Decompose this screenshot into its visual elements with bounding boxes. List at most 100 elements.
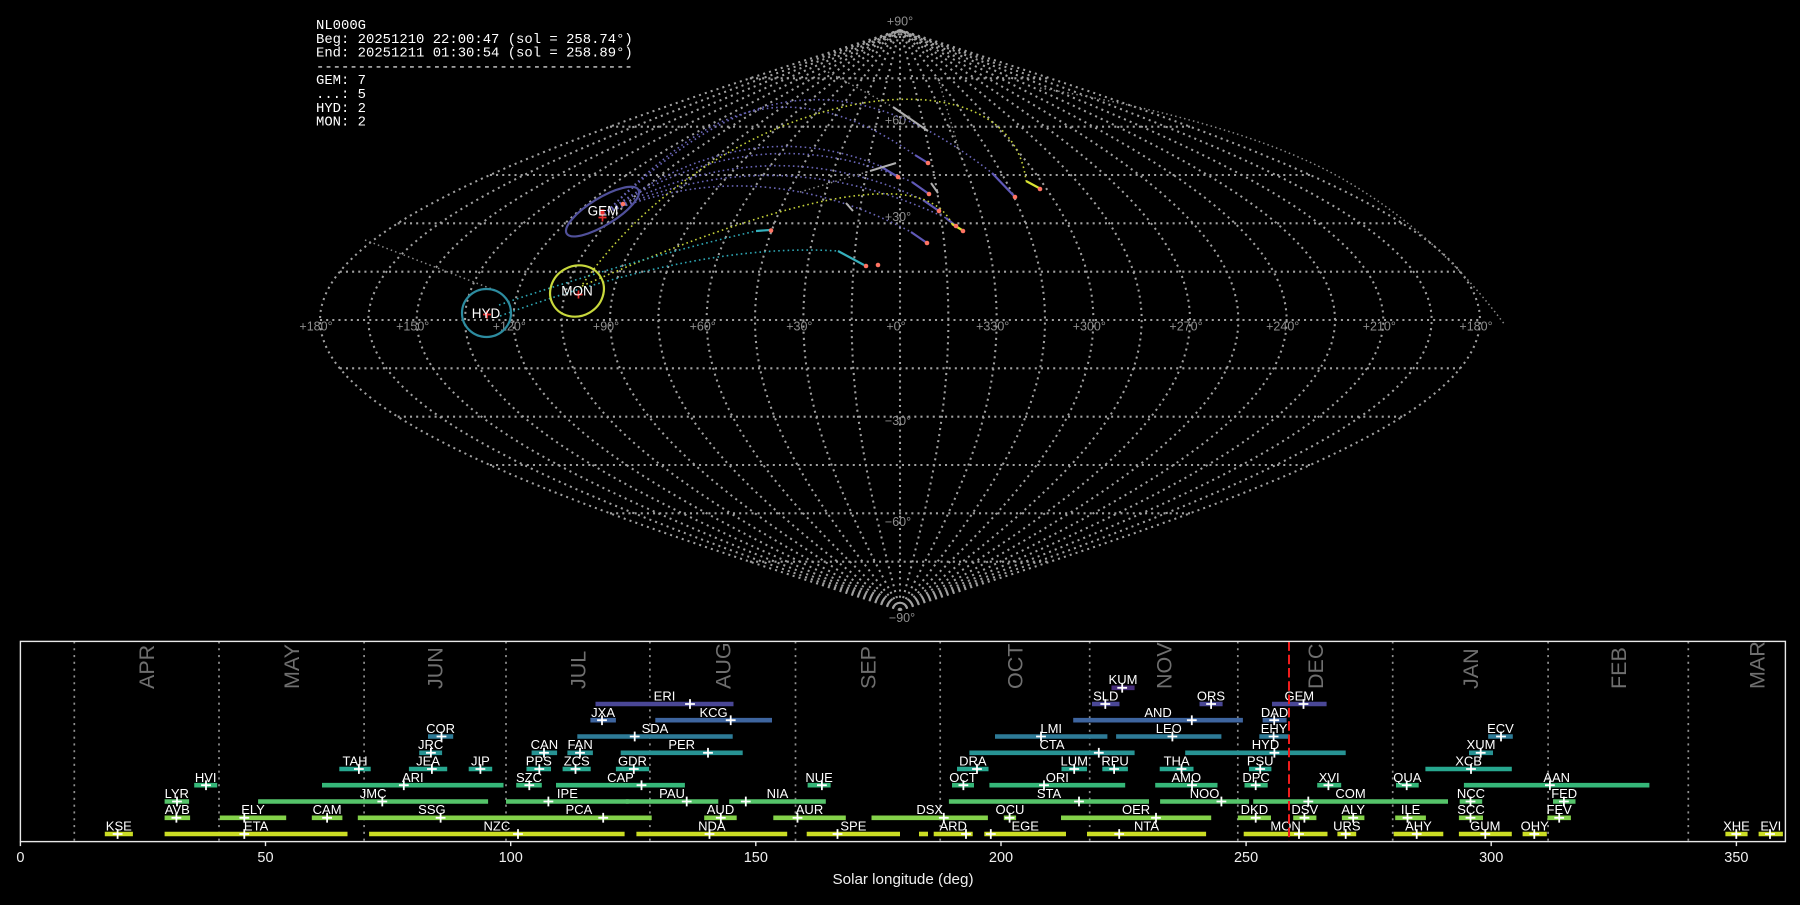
svg-text:DRA: DRA (959, 754, 987, 769)
svg-text:XVI: XVI (1319, 770, 1340, 785)
svg-text:AAN: AAN (1543, 770, 1570, 785)
svg-text:NCC: NCC (1457, 786, 1485, 801)
svg-text:ERI: ERI (654, 689, 676, 704)
svg-text:SEP: SEP (856, 646, 880, 689)
svg-text:JIP: JIP (471, 754, 490, 769)
svg-text:DEC: DEC (1304, 644, 1328, 689)
svg-text:AUD: AUD (707, 802, 734, 817)
svg-text:FAN: FAN (567, 737, 592, 752)
svg-text:−60°: −60° (885, 515, 911, 529)
svg-text:NUE: NUE (805, 770, 833, 785)
svg-text:STA: STA (1037, 786, 1062, 801)
svg-text:OCT: OCT (1004, 644, 1028, 689)
svg-text:XHE: XHE (1723, 819, 1750, 834)
svg-text:MON: 2: MON: 2 (316, 115, 366, 131)
svg-text:COR: COR (426, 721, 455, 736)
svg-text:GDR: GDR (618, 754, 647, 769)
svg-text:AUG: AUG (711, 642, 735, 689)
svg-text:+210°: +210° (1363, 320, 1396, 334)
svg-text:OCU: OCU (996, 802, 1025, 817)
svg-text:−90°: −90° (889, 611, 915, 625)
svg-text:LEO: LEO (1156, 721, 1182, 736)
svg-text:DSV: DSV (1291, 802, 1318, 817)
svg-text:JMC: JMC (360, 786, 387, 801)
svg-text:ORS: ORS (1197, 689, 1226, 704)
svg-text:KSE: KSE (106, 819, 132, 834)
svg-text:+90°: +90° (593, 320, 619, 334)
svg-text:+240°: +240° (1266, 320, 1299, 334)
svg-text:NTA: NTA (1134, 819, 1159, 834)
svg-text:CTA: CTA (1039, 737, 1064, 752)
svg-text:DPC: DPC (1242, 770, 1269, 785)
svg-text:300: 300 (1479, 850, 1503, 866)
svg-text:SPE: SPE (840, 819, 866, 834)
svg-text:+30°: +30° (885, 210, 911, 224)
svg-text:100: 100 (499, 850, 523, 866)
svg-text:FED: FED (1551, 786, 1577, 801)
svg-text:CAM: CAM (313, 802, 342, 817)
svg-text:SDA: SDA (642, 721, 669, 736)
svg-text:ETA: ETA (244, 819, 269, 834)
svg-text:+180°: +180° (1459, 320, 1492, 334)
svg-text:GUM: GUM (1470, 819, 1500, 834)
svg-text:+90°: +90° (887, 15, 913, 29)
svg-text:DAD: DAD (1261, 705, 1288, 720)
svg-text:EVI: EVI (1760, 819, 1781, 834)
svg-text:AND: AND (1144, 705, 1171, 720)
svg-text:EHY: EHY (1261, 721, 1288, 736)
svg-text:NDA: NDA (698, 819, 726, 834)
svg-text:JEA: JEA (416, 754, 440, 769)
svg-text:PCA: PCA (566, 802, 593, 817)
svg-text:LYR: LYR (165, 786, 189, 801)
svg-text:SSG: SSG (418, 802, 445, 817)
svg-text:50: 50 (257, 850, 273, 866)
svg-text:XUM: XUM (1467, 737, 1496, 752)
svg-text:ORI: ORI (1046, 770, 1069, 785)
svg-text:NZC: NZC (484, 819, 511, 834)
svg-text:HVI: HVI (195, 770, 217, 785)
svg-text:LUM: LUM (1060, 754, 1087, 769)
svg-text:350: 350 (1724, 850, 1748, 866)
svg-text:CAN: CAN (531, 737, 558, 752)
svg-text:250: 250 (1234, 850, 1258, 866)
svg-text:MON: MON (1270, 819, 1300, 834)
svg-text:FEV: FEV (1547, 802, 1573, 817)
svg-text:MON: MON (561, 284, 593, 299)
svg-text:MAR: MAR (1746, 641, 1770, 689)
svg-text:NOO: NOO (1190, 786, 1220, 801)
svg-text:KCG: KCG (700, 705, 728, 720)
svg-text:NOV: NOV (1152, 642, 1176, 689)
svg-text:+30°: +30° (786, 320, 812, 334)
svg-text:IPE: IPE (557, 786, 578, 801)
svg-text:PSU: PSU (1247, 754, 1274, 769)
svg-text:AMO: AMO (1171, 770, 1201, 785)
svg-text:MAY: MAY (280, 644, 304, 689)
svg-text:+300°: +300° (1073, 320, 1106, 334)
svg-text:200: 200 (989, 850, 1013, 866)
svg-text:DSX: DSX (916, 802, 943, 817)
svg-text:+0°: +0° (886, 320, 905, 334)
svg-text:OHY: OHY (1521, 819, 1550, 834)
svg-text:COM: COM (1335, 786, 1365, 801)
svg-text:ALY: ALY (1341, 802, 1365, 817)
svg-text:HYD: HYD (1252, 737, 1279, 752)
svg-text:PPS: PPS (526, 754, 552, 769)
svg-text:JUL: JUL (567, 651, 591, 689)
svg-text:LMI: LMI (1040, 721, 1062, 736)
svg-text:TAH: TAH (342, 754, 367, 769)
svg-text:ECV: ECV (1487, 721, 1514, 736)
svg-text:0: 0 (16, 850, 24, 866)
svg-text:SCC: SCC (1457, 802, 1484, 817)
svg-text:RPU: RPU (1101, 754, 1128, 769)
svg-text:AUR: AUR (796, 802, 823, 817)
svg-text:150: 150 (744, 850, 768, 866)
svg-text:−30°: −30° (885, 414, 911, 428)
svg-text:ZCS: ZCS (564, 754, 590, 769)
svg-text:JRC: JRC (418, 737, 443, 752)
svg-text:OER: OER (1122, 802, 1150, 817)
svg-text:THA: THA (1164, 754, 1190, 769)
svg-text:XCB: XCB (1455, 754, 1482, 769)
svg-text:PAU: PAU (659, 786, 685, 801)
svg-text:ARD: ARD (939, 819, 966, 834)
svg-text:URS: URS (1333, 819, 1361, 834)
